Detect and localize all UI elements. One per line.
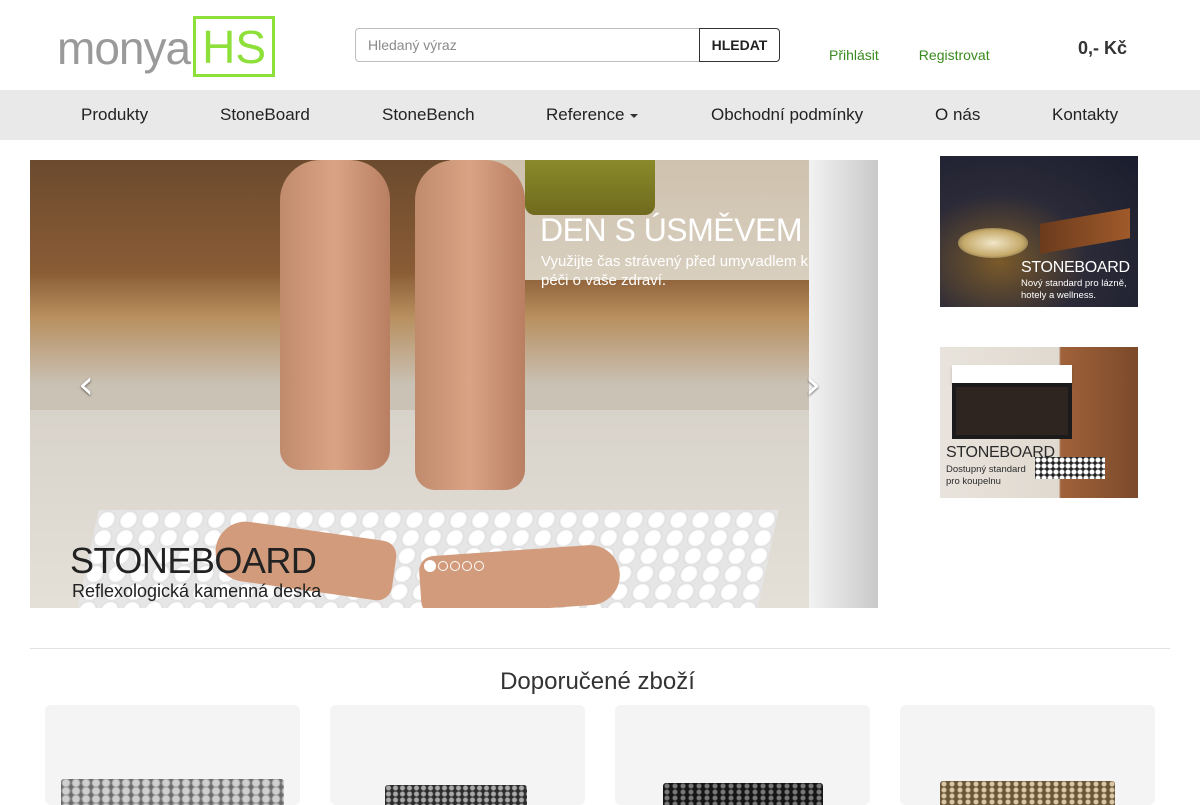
nav-item-o-nas[interactable]: O nás	[935, 90, 980, 140]
logo-text: monya	[57, 22, 191, 74]
account-links: Přihlásit Registrovat	[829, 47, 990, 63]
caret-down-icon	[630, 113, 639, 118]
product-image	[940, 781, 1115, 805]
chevron-right-icon[interactable]: ›	[805, 365, 821, 405]
slide-brand-subtext: Reflexologická kamenná deska	[72, 581, 322, 601]
slide-leg-right	[415, 160, 525, 490]
product-image	[663, 783, 823, 805]
banner-loungers-image	[1040, 208, 1130, 254]
carousel-indicator-1[interactable]	[424, 560, 436, 572]
recommended-title: Doporučené zboží	[500, 668, 695, 695]
section-divider	[30, 648, 1170, 649]
banner-cabinet-image	[952, 383, 1072, 439]
carousel-indicators	[424, 560, 484, 572]
nav-item-stoneboard[interactable]: StoneBoard	[220, 90, 310, 140]
search-form: HLEDAT	[355, 28, 780, 62]
site-logo[interactable]: monya HS	[57, 16, 276, 77]
slide-brand: STONEBOARD	[70, 540, 317, 581]
nav-item-reference[interactable]: Reference	[546, 90, 639, 140]
hero-carousel[interactable]: DEN S ÚSMĚVEM Využijte čas strávený před…	[30, 160, 878, 608]
banner-subtitle: Dostupný standard pro koupelnu	[946, 464, 1026, 487]
slide-subtext: Využijte čas strávený před umyvadlem k p…	[541, 253, 809, 289]
product-image	[61, 779, 284, 805]
slide-towel	[525, 160, 655, 215]
nav-item-stonebench[interactable]: StoneBench	[382, 90, 475, 140]
nav-item-reference-label: Reference	[546, 105, 625, 124]
chevron-left-icon[interactable]: ‹	[78, 365, 94, 405]
register-link[interactable]: Registrovat	[919, 47, 990, 63]
cart-total[interactable]: 0,- Kč	[1078, 38, 1127, 59]
product-image	[385, 785, 527, 805]
product-card[interactable]	[45, 705, 300, 805]
product-card[interactable]	[900, 705, 1155, 805]
banner-sink-image	[952, 365, 1072, 383]
banner-title: STONEBOARD	[1021, 259, 1130, 276]
carousel-indicator-3[interactable]	[450, 561, 460, 571]
slide-headline: DEN S ÚSMĚVEM	[540, 212, 802, 248]
carousel-indicator-5[interactable]	[474, 561, 484, 571]
login-link[interactable]: Přihlásit	[829, 47, 879, 63]
product-card[interactable]	[330, 705, 585, 805]
banner-title: STONEBOARD	[946, 444, 1055, 461]
nav-item-kontakty[interactable]: Kontakty	[1052, 90, 1118, 140]
banner-subtitle: Nový standard pro lázně, hotely a wellne…	[1021, 278, 1127, 301]
search-button[interactable]: HLEDAT	[699, 28, 780, 62]
main-nav: Produkty StoneBoard StoneBench Reference…	[0, 90, 1200, 140]
product-card[interactable]	[615, 705, 870, 805]
search-input[interactable]	[355, 28, 699, 62]
carousel-indicator-2[interactable]	[438, 561, 448, 571]
banner-lamp-image	[958, 228, 1028, 258]
side-banner-bathroom[interactable]: STONEBOARD Dostupný standard pro koupeln…	[940, 347, 1138, 498]
site-header: monya HS HLEDAT Přihlásit Registrovat 0,…	[0, 0, 1200, 90]
slide-leg-left	[280, 160, 390, 470]
side-banner-wellness[interactable]: STONEBOARD Nový standard pro lázně, hote…	[940, 156, 1138, 307]
logo-box: HS	[193, 16, 276, 77]
nav-item-obchodni-podminky[interactable]: Obchodní podmínky	[711, 90, 863, 140]
nav-item-produkty[interactable]: Produkty	[81, 90, 148, 140]
carousel-indicator-4[interactable]	[462, 561, 472, 571]
